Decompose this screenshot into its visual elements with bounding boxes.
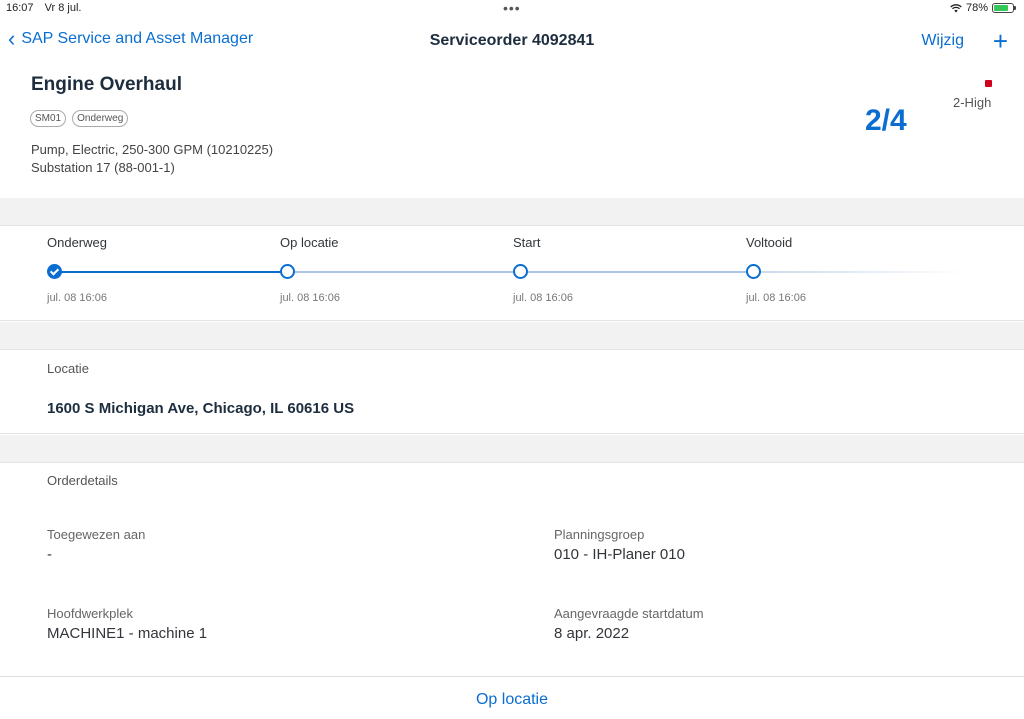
timeline-node-done-icon[interactable] [47, 264, 62, 279]
status-timeline: Onderweg jul. 08 16:06 Op locatie jul. 0… [0, 225, 1024, 321]
multitask-dots-icon[interactable]: ••• [503, 0, 521, 16]
timeline-step-date: jul. 08 16:06 [47, 292, 107, 304]
timeline-step-label: Op locatie [280, 235, 339, 250]
location-address[interactable]: 1600 S Michigan Ave, Chicago, IL 60616 U… [47, 400, 354, 417]
timeline-step-label: Onderweg [47, 235, 107, 250]
page-title: Serviceorder 4092841 [429, 32, 595, 49]
order-details-section: Orderdetails Toegewezen aan - Planningsg… [0, 462, 1024, 676]
edit-button[interactable]: Wijzig [921, 32, 964, 50]
progress-counter: 2/4 [865, 104, 907, 137]
timeline-step-date: jul. 08 16:06 [513, 292, 573, 304]
timeline-step-label: Start [513, 235, 541, 250]
location-label: Locatie [47, 361, 89, 376]
status-bar: 16:07 Vr 8 jul. ••• 78% [0, 0, 1024, 18]
timeline-line-done [55, 271, 288, 273]
timeline-step-date: jul. 08 16:06 [746, 292, 806, 304]
order-details-label: Orderdetails [47, 473, 118, 488]
on-location-button[interactable]: Op locatie [0, 691, 1024, 709]
section-divider [0, 322, 1024, 349]
timeline-line-tail [754, 271, 970, 273]
status-time: 16:07 [6, 2, 34, 14]
location-section[interactable]: Locatie 1600 S Michigan Ave, Chicago, IL… [0, 349, 1024, 434]
assigned-to-label: Toegewezen aan [47, 527, 146, 542]
priority-indicator-icon [985, 80, 992, 87]
priority-label: 2-High [953, 95, 992, 110]
nav-bar: ‹ SAP Service and Asset Manager Serviceo… [0, 22, 1024, 62]
tag-order-type: SM01 [30, 110, 67, 127]
timeline-step-label: Voltooid [746, 235, 793, 250]
status-date: Vr 8 jul. [44, 2, 82, 14]
timeline-node-icon[interactable] [280, 264, 295, 279]
requested-start-value: 8 apr. 2022 [554, 625, 630, 642]
wifi-icon [950, 3, 962, 12]
assigned-to-value: - [47, 546, 52, 563]
battery-icon [992, 3, 1016, 13]
add-icon[interactable]: + [993, 26, 1008, 57]
tag-list: SM01 Onderweg [30, 110, 129, 127]
battery-fill [994, 5, 1009, 11]
timeline-node-icon[interactable] [513, 264, 528, 279]
planning-group-value: 010 - IH-Planer 010 [554, 546, 685, 563]
planning-group-label: Planningsgroep [554, 527, 645, 542]
timeline-step-date: jul. 08 16:06 [280, 292, 340, 304]
object-header: Engine Overhaul SM01 Onderweg Pump, Elec… [0, 62, 1024, 198]
work-center-label: Hoofdwerkplek [47, 606, 133, 621]
order-title: Engine Overhaul [31, 74, 182, 95]
section-divider [0, 435, 1024, 462]
timeline-node-icon[interactable] [746, 264, 761, 279]
requested-start-label: Aangevraagde startdatum [554, 606, 704, 621]
work-center-value: MACHINE1 - machine 1 [47, 625, 208, 642]
equipment-description: Pump, Electric, 250-300 GPM (10210225) [31, 142, 274, 157]
tag-status: Onderweg [72, 110, 129, 127]
bottom-toolbar: Op locatie [0, 676, 1024, 719]
battery-percent: 78% [965, 2, 988, 14]
functional-location: Substation 17 (88-001-1) [31, 160, 175, 175]
section-divider [0, 198, 1024, 225]
